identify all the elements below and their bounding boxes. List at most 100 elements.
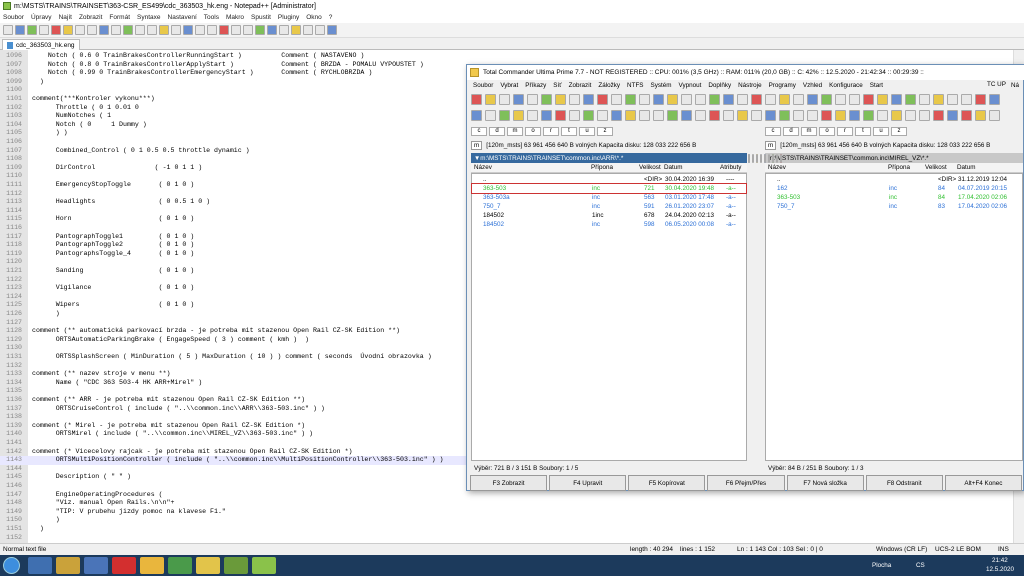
function-key-button[interactable]: F6 Přejm/Přes	[707, 475, 785, 491]
toolbar-button-icon[interactable]	[3, 25, 13, 35]
tc-toolbar-button-icon[interactable]	[555, 94, 566, 105]
tc-toolbar-button-icon[interactable]	[499, 110, 510, 121]
column-header-4[interactable]: Atributy	[720, 164, 741, 171]
file-row[interactable]: 750_7 inc 591 26.01.2020 23:07 -a--	[472, 202, 746, 211]
tc-toolbar-button-icon[interactable]	[765, 94, 776, 105]
tc-toolbar-button-icon[interactable]	[975, 94, 986, 105]
tc-toolbar-button-icon[interactable]	[499, 94, 510, 105]
tc-menu-item[interactable]: Zobrazit	[569, 82, 592, 89]
tc-side-button-icon[interactable]	[772, 154, 774, 163]
tc-menu-item[interactable]: NTFS	[627, 82, 643, 89]
toolbar-button-icon[interactable]	[219, 25, 229, 35]
toolbar-button-icon[interactable]	[87, 25, 97, 35]
tc-side-button-icon[interactable]	[748, 154, 750, 163]
tc-toolbar-button-icon[interactable]	[877, 110, 888, 121]
column-header-2[interactable]: Velikost	[925, 164, 947, 171]
tc-toolbar-button-icon[interactable]	[527, 94, 538, 105]
total-commander-taskbar-icon[interactable]	[196, 557, 220, 574]
tc-toolbar-button-icon[interactable]	[821, 94, 832, 105]
tc-toolbar-button-icon[interactable]	[905, 94, 916, 105]
drive-button-c[interactable]: c	[471, 126, 487, 136]
tc-toolbar-button-icon[interactable]	[541, 94, 552, 105]
tc-toolbar-button-icon[interactable]	[611, 110, 622, 121]
tc-side-button-icon[interactable]	[780, 154, 782, 163]
tc-toolbar-button-icon[interactable]	[471, 110, 482, 121]
drive-button-r[interactable]: r	[543, 126, 559, 136]
toolbar-button-icon[interactable]	[75, 25, 85, 35]
tc-toolbar-button-icon[interactable]	[471, 94, 482, 105]
tc-toolbar-button-icon[interactable]	[849, 94, 860, 105]
drive-button-d[interactable]: d	[489, 126, 505, 136]
drive-button-t[interactable]: t	[855, 126, 871, 136]
npp-menu-item[interactable]: Úpravy	[31, 14, 52, 21]
tc-toolbar-button-icon[interactable]	[639, 94, 650, 105]
npp-menu-item[interactable]: Makro	[226, 14, 244, 21]
right-path-bar[interactable]: m:\MSTS\TRAINS\TRAINSET\common.inc\MIREL…	[765, 153, 1023, 163]
tc-toolbar-button-icon[interactable]	[807, 94, 818, 105]
tc-menu-item[interactable]: Konfigurace	[829, 82, 863, 89]
toolbar-button-icon[interactable]	[99, 25, 109, 35]
tc-toolbar-button-icon[interactable]	[583, 110, 594, 121]
tc-toolbar-button-icon[interactable]	[639, 110, 650, 121]
tc-toolbar-button-icon[interactable]	[597, 94, 608, 105]
function-key-button[interactable]: F3 Zobrazit	[470, 475, 548, 491]
tc-toolbar-button-icon[interactable]	[695, 94, 706, 105]
npp-menu-item[interactable]: Formát	[109, 14, 130, 21]
folder-taskbar-icon[interactable]	[56, 557, 80, 574]
tc-toolbar-button-icon[interactable]	[667, 94, 678, 105]
drive-button-d[interactable]: d	[783, 126, 799, 136]
tc-toolbar-button-icon[interactable]	[513, 94, 524, 105]
file-row[interactable]: 363-503a inc 563 03.01.2020 17:48 -a--	[472, 193, 746, 202]
tc-toolbar-button-icon[interactable]	[863, 94, 874, 105]
tc-menu-item[interactable]: Vybrat	[500, 82, 518, 89]
tc-toolbar-button-icon[interactable]	[989, 110, 1000, 121]
tc-toolbar-button-icon[interactable]	[835, 94, 846, 105]
toolbar-button-icon[interactable]	[315, 25, 325, 35]
toolbar-button-icon[interactable]	[111, 25, 121, 35]
column-header-0[interactable]: Název	[768, 164, 786, 171]
right-file-list[interactable]: .. <DIR> 31.12.2019 12:04 162 inc 84 04.07.201…	[765, 173, 1023, 461]
tc-toolbar-button-icon[interactable]	[933, 94, 944, 105]
npp-menu-item[interactable]: Nastavení	[168, 14, 197, 21]
drive-button-z[interactable]: z	[891, 126, 907, 136]
tc-toolbar-button-icon[interactable]	[947, 94, 958, 105]
tc-toolbar-button-icon[interactable]	[513, 110, 524, 121]
file-row[interactable]: 363-503 inc 84 17.04.2020 02:06	[766, 193, 1022, 202]
npp-menu-item[interactable]: Soubor	[3, 14, 24, 21]
tc-toolbar-button-icon[interactable]	[807, 110, 818, 121]
desktop-toolbar-label[interactable]: Plocha	[872, 562, 891, 569]
tc-toolbar-button-icon[interactable]	[793, 94, 804, 105]
language-indicator[interactable]: CS	[916, 562, 925, 569]
tc-toolbar-button-icon[interactable]	[891, 110, 902, 121]
function-key-button[interactable]: F7 Nová složka	[786, 475, 864, 491]
tc-side-button-icon[interactable]	[776, 154, 778, 163]
column-header-1[interactable]: Přípona	[591, 164, 613, 171]
tc-toolbar-button-icon[interactable]	[653, 110, 664, 121]
tc-menu-item[interactable]: Start	[870, 82, 883, 89]
tc-toolbar-button-icon[interactable]	[527, 110, 538, 121]
tc-toolbar-button-icon[interactable]	[961, 94, 972, 105]
file-row[interactable]: 184502 1inc 678 24.04.2020 02:13 -a--	[472, 211, 746, 220]
function-key-button[interactable]: F4 Upravit	[549, 475, 627, 491]
tc-toolbar-button-icon[interactable]	[933, 110, 944, 121]
tc-toolbar-button-icon[interactable]	[737, 110, 748, 121]
file-row[interactable]: 162 inc 84 04.07.2019 20:15	[766, 184, 1022, 193]
drive-button-c[interactable]: c	[765, 126, 781, 136]
left-file-list[interactable]: .. <DIR> 30.04.2020 16:39 ---- 363-503 inc 721…	[471, 173, 747, 461]
tc-side-button-icon[interactable]	[752, 154, 754, 163]
tc-toolbar-button-icon[interactable]	[667, 110, 678, 121]
toolbar-button-icon[interactable]	[147, 25, 157, 35]
drive-button-m[interactable]: m	[507, 126, 523, 136]
tc-toolbar-button-icon[interactable]	[905, 110, 916, 121]
toolbar-button-icon[interactable]	[39, 25, 49, 35]
tc-toolbar-button-icon[interactable]	[709, 110, 720, 121]
tc-toolbar-button-icon[interactable]	[961, 110, 972, 121]
npp-menu-item[interactable]: Tools	[204, 14, 219, 21]
tc-side-button-icon[interactable]	[760, 154, 762, 163]
npp-menu-item[interactable]: Pluginy	[278, 14, 299, 21]
tc-up-menu[interactable]: TC UP	[987, 81, 1006, 88]
column-header-0[interactable]: Název	[474, 164, 492, 171]
tc-menu-item[interactable]: Soubor	[473, 82, 493, 89]
tc-side-button-icon[interactable]	[756, 154, 758, 163]
tc-toolbar-button-icon[interactable]	[765, 110, 776, 121]
